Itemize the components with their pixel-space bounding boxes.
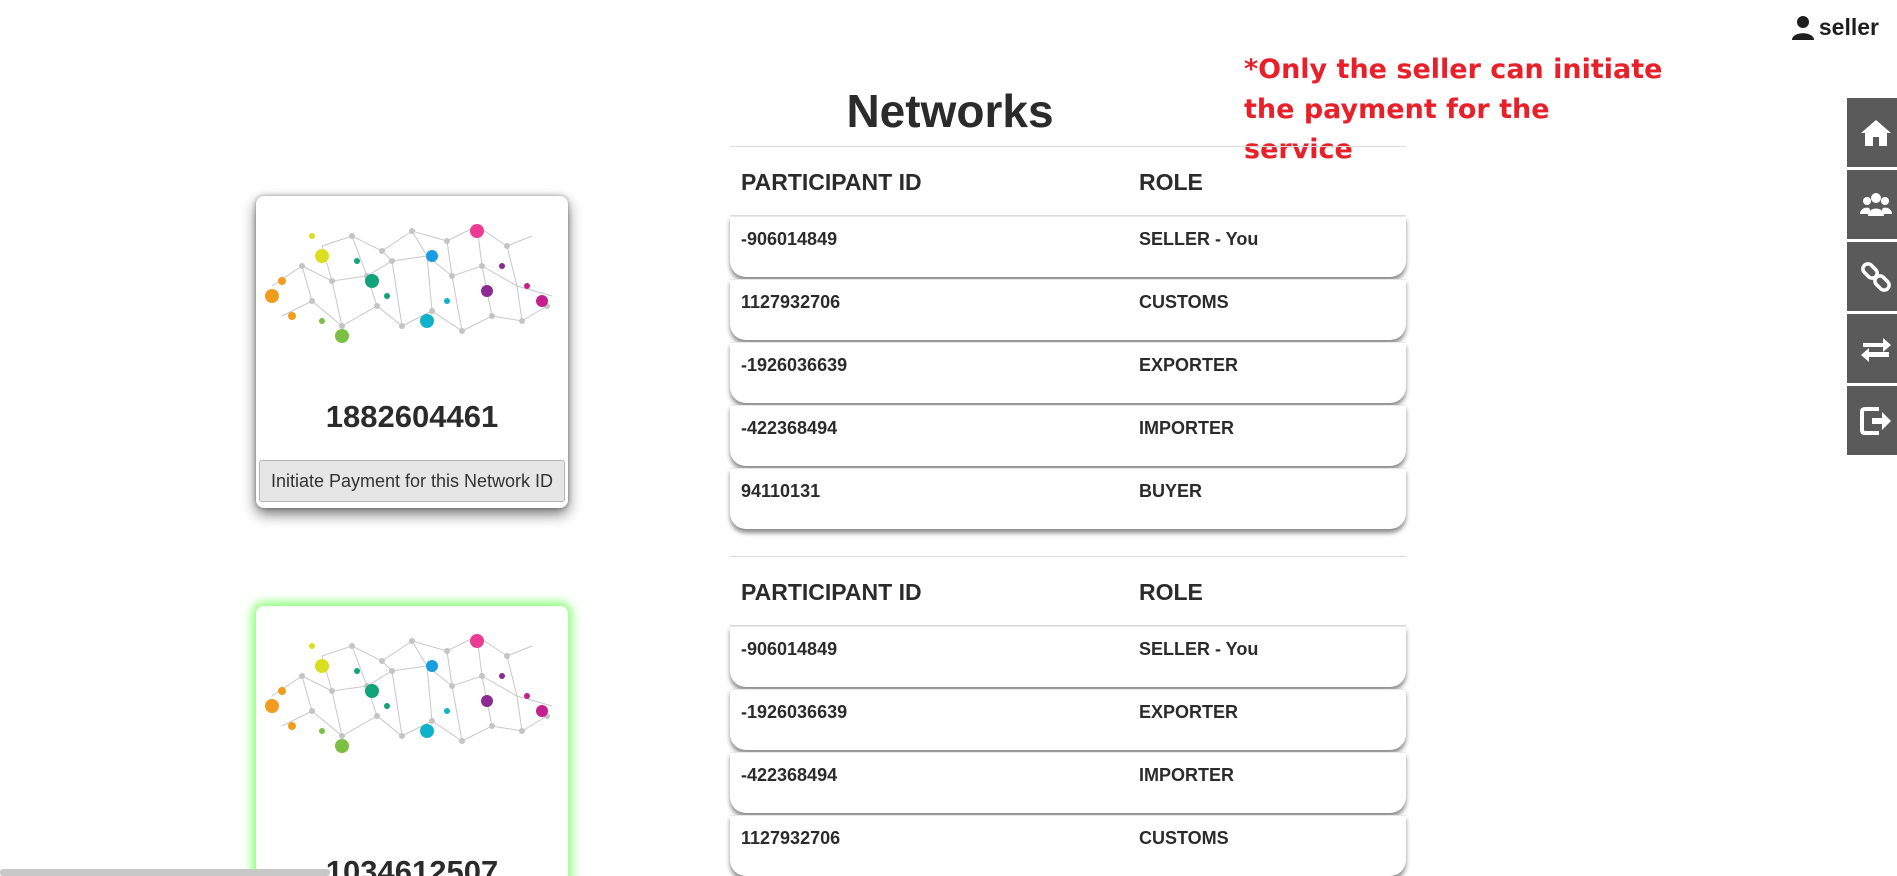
participant-role: IMPORTER (1139, 765, 1235, 785)
participant-role: BUYER (1139, 481, 1203, 501)
nav-transfers-button[interactable] (1847, 314, 1897, 386)
participant-id: -422368494 (741, 765, 838, 785)
network-card-selected: 1034612507 (256, 606, 568, 876)
table-row[interactable]: -906014849 SELLER - You (730, 216, 1406, 277)
nav-home-button[interactable] (1847, 98, 1897, 170)
participant-id: -422368494 (741, 418, 838, 438)
participant-id: -1926036639 (741, 355, 848, 375)
column-participant-id: PARTICIPANT ID (741, 579, 922, 605)
user-icon (1791, 15, 1814, 40)
table-header: PARTICIPANT ID ROLE (730, 556, 1406, 626)
nav-networks-button[interactable] (1847, 242, 1897, 314)
participant-id: 1127932706 (741, 828, 841, 848)
participant-id: 1127932706 (741, 292, 841, 312)
participant-table: PARTICIPANT ID ROLE -906014849 SELLER - … (730, 556, 1406, 876)
participant-role: SELLER - You (1139, 639, 1259, 659)
participant-id: -906014849 (741, 639, 838, 659)
logout-icon (1860, 406, 1891, 435)
page-title: Networks (846, 85, 1054, 137)
table-row[interactable]: -1926036639 EXPORTER (730, 342, 1406, 403)
user-menu[interactable]: seller (1791, 14, 1879, 41)
participant-role: IMPORTER (1139, 418, 1235, 438)
network-id: 1882604461 (325, 399, 499, 434)
column-role: ROLE (1139, 579, 1203, 605)
home-icon (1861, 119, 1891, 146)
participant-id: -906014849 (741, 229, 838, 249)
participant-id: -1926036639 (741, 702, 848, 722)
participant-role: EXPORTER (1139, 702, 1239, 722)
link-icon (1861, 261, 1891, 292)
participant-role: CUSTOMS (1139, 292, 1229, 312)
participant-table: PARTICIPANT ID ROLE -906014849 SELLER - … (730, 146, 1406, 531)
table-row[interactable]: -422368494 IMPORTER (730, 752, 1406, 813)
table-row[interactable]: -906014849 SELLER - You (730, 626, 1406, 687)
network-graph-icon (265, 224, 553, 343)
side-nav (1847, 98, 1897, 458)
participant-role: CUSTOMS (1139, 828, 1229, 848)
notice-line-1: *Only the seller can initiate (1244, 54, 1663, 85)
table-header: PARTICIPANT ID ROLE (730, 146, 1406, 216)
table-row[interactable]: 94110131 BUYER (730, 468, 1406, 529)
table-row[interactable]: -1926036639 EXPORTER (730, 689, 1406, 750)
transfer-icon (1861, 337, 1891, 362)
horizontal-scrollbar[interactable] (0, 869, 330, 876)
network-card: 1882604461 Initiate Payment for this Net… (256, 196, 568, 508)
table-row[interactable]: -422368494 IMPORTER (730, 405, 1406, 466)
column-participant-id: PARTICIPANT ID (741, 169, 922, 195)
nav-participants-button[interactable] (1847, 170, 1897, 242)
username: seller (1818, 14, 1879, 40)
users-icon (1860, 192, 1892, 216)
participant-role: SELLER - You (1139, 229, 1259, 249)
table-row[interactable]: 1127932706 CUSTOMS (730, 815, 1406, 876)
initiate-payment-button[interactable]: Initiate Payment for this Network ID (259, 460, 565, 502)
network-graph-icon (265, 634, 553, 753)
column-role: ROLE (1139, 169, 1203, 195)
participant-role: EXPORTER (1139, 355, 1239, 375)
table-row[interactable]: 1127932706 CUSTOMS (730, 279, 1406, 340)
nav-logout-button[interactable] (1847, 386, 1897, 458)
participant-id: 94110131 (741, 481, 821, 501)
